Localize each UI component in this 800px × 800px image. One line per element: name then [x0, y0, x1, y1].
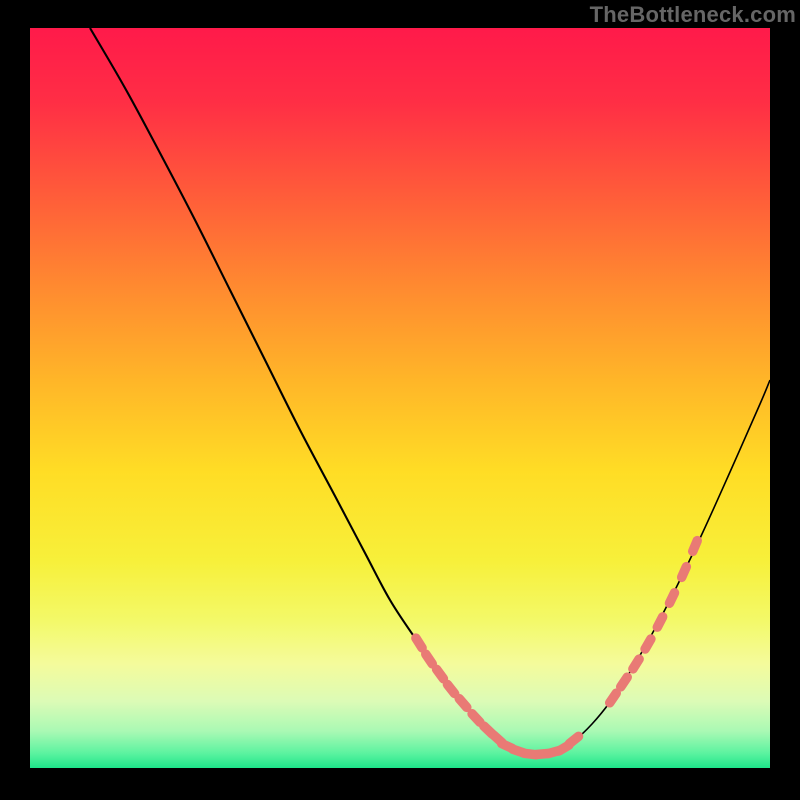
left-branch-path: [90, 28, 540, 754]
watermark-text: TheBottleneck.com: [590, 2, 796, 28]
marker-layer: [416, 541, 697, 755]
dot-marker: [657, 617, 662, 627]
chart-stage: TheBottleneck.com: [0, 0, 800, 800]
dot-marker: [459, 699, 467, 708]
dot-marker: [645, 639, 651, 649]
dot-marker: [447, 684, 454, 693]
curve-layer: [30, 28, 770, 768]
dot-marker: [610, 693, 617, 703]
dot-marker: [693, 541, 698, 552]
dot-marker: [569, 736, 578, 743]
dot-marker: [633, 659, 639, 669]
dot-marker: [472, 714, 480, 723]
dot-marker: [437, 669, 444, 678]
right-branch-path: [540, 380, 770, 754]
dot-marker: [682, 567, 687, 578]
plot-area: [30, 28, 770, 768]
dot-marker: [621, 677, 628, 687]
dot-marker: [426, 654, 433, 664]
dot-marker: [416, 638, 422, 648]
dot-marker: [669, 593, 674, 603]
